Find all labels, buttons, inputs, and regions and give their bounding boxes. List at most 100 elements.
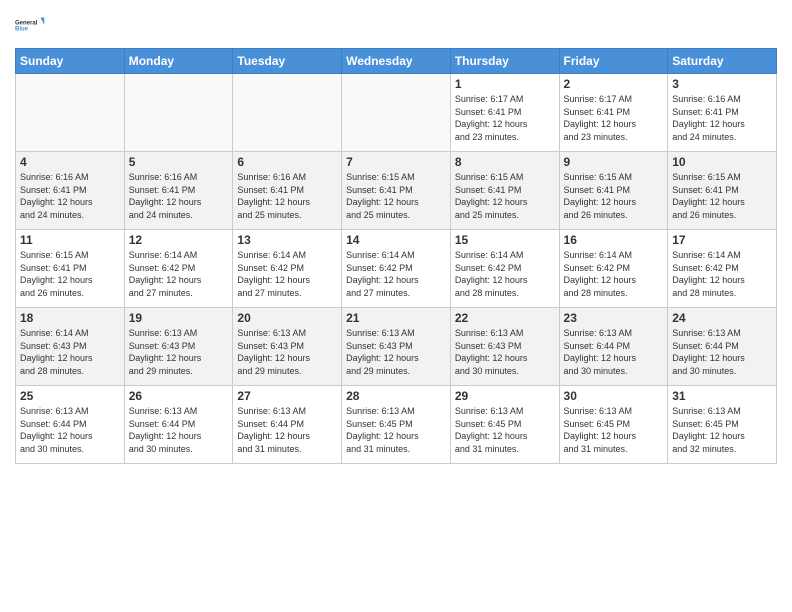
day-number: 22 xyxy=(455,311,555,325)
day-info: Sunrise: 6:14 AM Sunset: 6:42 PM Dayligh… xyxy=(346,249,446,299)
day-info: Sunrise: 6:13 AM Sunset: 6:44 PM Dayligh… xyxy=(237,405,337,455)
day-info: Sunrise: 6:14 AM Sunset: 6:42 PM Dayligh… xyxy=(237,249,337,299)
day-info: Sunrise: 6:13 AM Sunset: 6:43 PM Dayligh… xyxy=(346,327,446,377)
calendar-cell: 26Sunrise: 6:13 AM Sunset: 6:44 PM Dayli… xyxy=(124,386,233,464)
day-number: 5 xyxy=(129,155,229,169)
day-number: 9 xyxy=(564,155,664,169)
day-number: 20 xyxy=(237,311,337,325)
calendar-cell: 31 Sunrise: 6:13 AM Sunset: 6:45 PM Dayli… xyxy=(668,386,777,464)
calendar-cell: 21Sunrise: 6:13 AM Sunset: 6:43 PM Dayli… xyxy=(342,308,451,386)
day-info: Sunrise: 6:13 AM Sunset: 6:44 PM Dayligh… xyxy=(564,327,664,377)
day-number: 23 xyxy=(564,311,664,325)
calendar-cell: 19Sunrise: 6:13 AM Sunset: 6:43 PM Dayli… xyxy=(124,308,233,386)
calendar-table: SundayMondayTuesdayWednesdayThursdayFrid… xyxy=(15,48,777,464)
calendar-cell xyxy=(124,74,233,152)
day-number: 26 xyxy=(129,389,229,403)
day-info: Sunrise: 6:13 AM Sunset: 6:44 PM Dayligh… xyxy=(672,327,772,377)
day-number: 3 xyxy=(672,77,772,91)
svg-text:Blue: Blue xyxy=(15,27,29,33)
day-number: 16 xyxy=(564,233,664,247)
day-info: Sunrise: 6:15 AM Sunset: 6:41 PM Dayligh… xyxy=(455,171,555,221)
calendar-cell: 4 Sunrise: 6:16 AM Sunset: 6:41 PM Daylig… xyxy=(16,152,125,230)
calendar-cell: 20Sunrise: 6:13 AM Sunset: 6:43 PM Dayli… xyxy=(233,308,342,386)
calendar-cell: 17 Sunrise: 6:14 AM Sunset: 6:42 PM Dayli… xyxy=(668,230,777,308)
day-info: Sunrise: 6:16 AM Sunset: 6:41 PM Dayligh… xyxy=(129,171,229,221)
day-info: Sunrise: 6:13 AM Sunset: 6:44 PM Dayligh… xyxy=(20,405,120,455)
day-number: 30 xyxy=(564,389,664,403)
day-number: 12 xyxy=(129,233,229,247)
day-number: 28 xyxy=(346,389,446,403)
day-number: 13 xyxy=(237,233,337,247)
calendar-cell: 14 Sunrise: 6:14 AM Sunset: 6:42 PM Dayli… xyxy=(342,230,451,308)
day-number: 4 xyxy=(20,155,120,169)
day-number: 15 xyxy=(455,233,555,247)
day-info: Sunrise: 6:13 AM Sunset: 6:43 PM Dayligh… xyxy=(129,327,229,377)
calendar-week-1: 1 Sunrise: 6:17 AM Sunset: 6:41 PM Daylig… xyxy=(16,74,777,152)
day-number: 17 xyxy=(672,233,772,247)
day-number: 14 xyxy=(346,233,446,247)
day-info: Sunrise: 6:13 AM Sunset: 6:45 PM Dayligh… xyxy=(564,405,664,455)
calendar-cell: 1 Sunrise: 6:17 AM Sunset: 6:41 PM Daylig… xyxy=(450,74,559,152)
day-info: Sunrise: 6:17 AM Sunset: 6:41 PM Dayligh… xyxy=(455,93,555,143)
weekday-header-thursday: Thursday xyxy=(450,49,559,74)
day-number: 6 xyxy=(237,155,337,169)
page: GeneralBlue SundayMondayTuesdayWednesday… xyxy=(0,0,792,612)
calendar-cell: 27 Sunrise: 6:13 AM Sunset: 6:44 PM Dayli… xyxy=(233,386,342,464)
day-info: Sunrise: 6:14 AM Sunset: 6:42 PM Dayligh… xyxy=(672,249,772,299)
calendar-cell: 11 Sunrise: 6:15 AM Sunset: 6:41 PM Dayli… xyxy=(16,230,125,308)
weekday-header-monday: Monday xyxy=(124,49,233,74)
logo-icon: GeneralBlue xyxy=(15,10,45,40)
day-info: Sunrise: 6:15 AM Sunset: 6:41 PM Dayligh… xyxy=(564,171,664,221)
day-info: Sunrise: 6:15 AM Sunset: 6:41 PM Dayligh… xyxy=(672,171,772,221)
calendar-cell xyxy=(16,74,125,152)
weekday-header-saturday: Saturday xyxy=(668,49,777,74)
calendar-cell: 8 Sunrise: 6:15 AM Sunset: 6:41 PM Daylig… xyxy=(450,152,559,230)
day-number: 1 xyxy=(455,77,555,91)
calendar-cell: 9 Sunrise: 6:15 AM Sunset: 6:41 PM Daylig… xyxy=(559,152,668,230)
day-info: Sunrise: 6:16 AM Sunset: 6:41 PM Dayligh… xyxy=(20,171,120,221)
day-number: 27 xyxy=(237,389,337,403)
calendar-cell: 13 Sunrise: 6:14 AM Sunset: 6:42 PM Dayli… xyxy=(233,230,342,308)
day-info: Sunrise: 6:14 AM Sunset: 6:42 PM Dayligh… xyxy=(564,249,664,299)
day-info: Sunrise: 6:13 AM Sunset: 6:45 PM Dayligh… xyxy=(672,405,772,455)
calendar-week-4: 18 Sunrise: 6:14 AM Sunset: 6:43 PM Dayli… xyxy=(16,308,777,386)
weekday-header-row: SundayMondayTuesdayWednesdayThursdayFrid… xyxy=(16,49,777,74)
calendar-cell xyxy=(233,74,342,152)
day-info: Sunrise: 6:13 AM Sunset: 6:45 PM Dayligh… xyxy=(346,405,446,455)
svg-text:General: General xyxy=(15,20,38,26)
calendar-cell: 30 Sunrise: 6:13 AM Sunset: 6:45 PM Dayli… xyxy=(559,386,668,464)
calendar-cell: 15 Sunrise: 6:14 AM Sunset: 6:42 PM Dayli… xyxy=(450,230,559,308)
weekday-header-wednesday: Wednesday xyxy=(342,49,451,74)
day-info: Sunrise: 6:14 AM Sunset: 6:42 PM Dayligh… xyxy=(455,249,555,299)
day-info: Sunrise: 6:17 AM Sunset: 6:41 PM Dayligh… xyxy=(564,93,664,143)
day-info: Sunrise: 6:16 AM Sunset: 6:41 PM Dayligh… xyxy=(672,93,772,143)
calendar-cell: 3 Sunrise: 6:16 AM Sunset: 6:41 PM Daylig… xyxy=(668,74,777,152)
day-info: Sunrise: 6:15 AM Sunset: 6:41 PM Dayligh… xyxy=(20,249,120,299)
day-info: Sunrise: 6:13 AM Sunset: 6:43 PM Dayligh… xyxy=(455,327,555,377)
weekday-header-tuesday: Tuesday xyxy=(233,49,342,74)
day-number: 11 xyxy=(20,233,120,247)
day-info: Sunrise: 6:14 AM Sunset: 6:43 PM Dayligh… xyxy=(20,327,120,377)
calendar-cell: 22 Sunrise: 6:13 AM Sunset: 6:43 PM Dayli… xyxy=(450,308,559,386)
calendar-cell: 25 Sunrise: 6:13 AM Sunset: 6:44 PM Dayli… xyxy=(16,386,125,464)
weekday-header-friday: Friday xyxy=(559,49,668,74)
day-number: 31 xyxy=(672,389,772,403)
calendar-week-3: 11 Sunrise: 6:15 AM Sunset: 6:41 PM Dayli… xyxy=(16,230,777,308)
weekday-header-sunday: Sunday xyxy=(16,49,125,74)
day-number: 25 xyxy=(20,389,120,403)
calendar-week-5: 25 Sunrise: 6:13 AM Sunset: 6:44 PM Dayli… xyxy=(16,386,777,464)
day-number: 8 xyxy=(455,155,555,169)
day-info: Sunrise: 6:14 AM Sunset: 6:42 PM Dayligh… xyxy=(129,249,229,299)
logo: GeneralBlue xyxy=(15,10,45,40)
day-number: 29 xyxy=(455,389,555,403)
day-number: 18 xyxy=(20,311,120,325)
calendar-cell: 16 Sunrise: 6:14 AM Sunset: 6:42 PM Dayli… xyxy=(559,230,668,308)
calendar-cell: 2Sunrise: 6:17 AM Sunset: 6:41 PM Daylig… xyxy=(559,74,668,152)
day-number: 10 xyxy=(672,155,772,169)
day-info: Sunrise: 6:13 AM Sunset: 6:45 PM Dayligh… xyxy=(455,405,555,455)
calendar-week-2: 4 Sunrise: 6:16 AM Sunset: 6:41 PM Daylig… xyxy=(16,152,777,230)
calendar-cell: 10 Sunrise: 6:15 AM Sunset: 6:41 PM Dayli… xyxy=(668,152,777,230)
day-info: Sunrise: 6:15 AM Sunset: 6:41 PM Dayligh… xyxy=(346,171,446,221)
day-number: 7 xyxy=(346,155,446,169)
calendar-cell: 7 Sunrise: 6:15 AM Sunset: 6:41 PM Daylig… xyxy=(342,152,451,230)
